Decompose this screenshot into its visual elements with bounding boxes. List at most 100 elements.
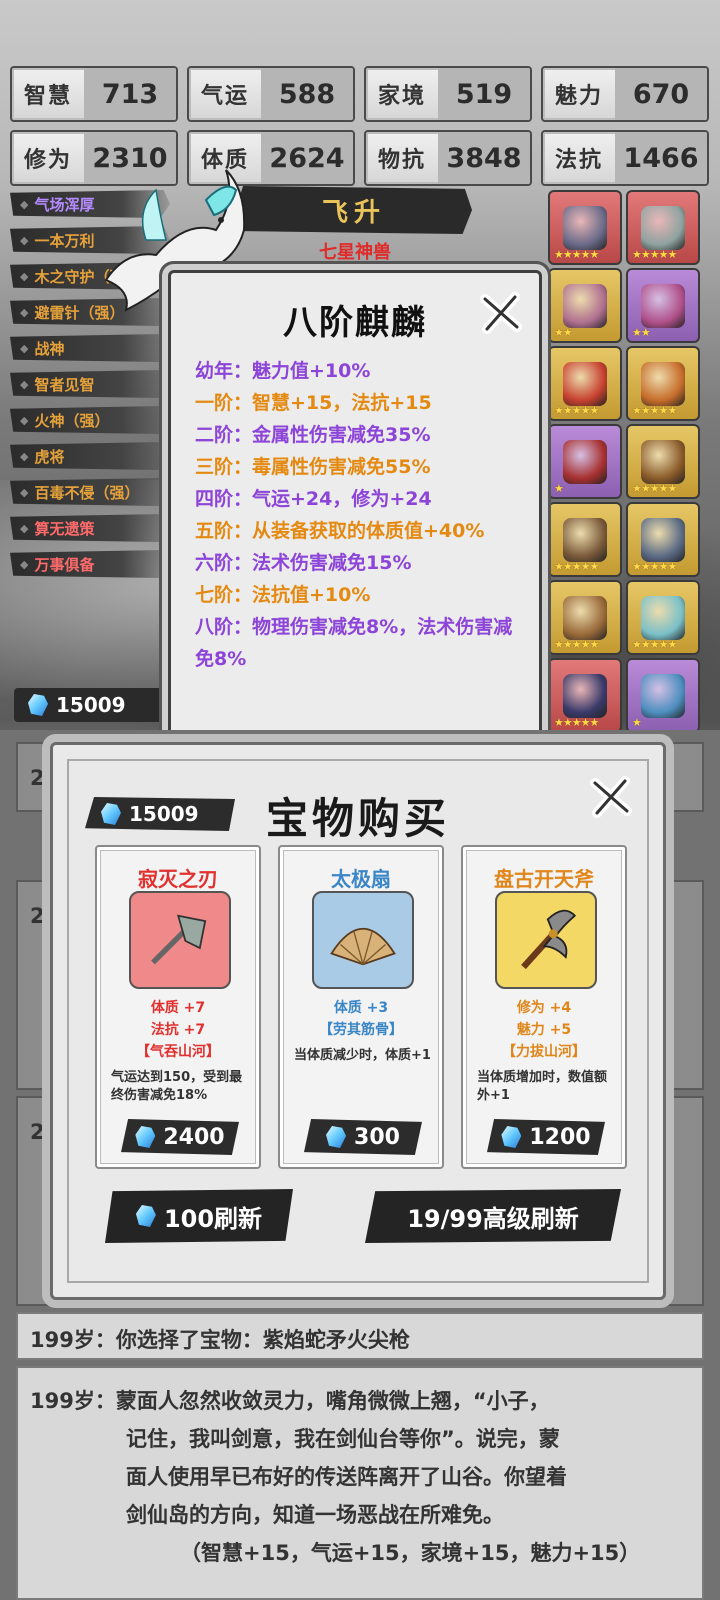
star-rating: ★★	[554, 326, 573, 339]
diamond-icon: ◆	[20, 233, 29, 247]
equipment-slot[interactable]: ★★	[548, 268, 622, 343]
star-rating: ★★★★★	[632, 638, 677, 651]
item-stats: 体质 +7 法抗 +7 【气吞山河】	[97, 997, 259, 1063]
equipment-slot[interactable]: ★★★★★	[548, 346, 622, 421]
item-description: 当体质减少时，体质+1	[294, 1048, 431, 1063]
equipment-slot[interactable]: ★★★★★	[626, 190, 700, 265]
mirror-icon	[563, 673, 607, 718]
qilin-stage-line: 一阶：智慧+15，法抗+15	[195, 392, 432, 414]
equipment-slot[interactable]: ★★★★★	[626, 580, 700, 655]
trait-item[interactable]: ◆ 百毒不侵（强）	[10, 478, 170, 506]
dagger-icon	[641, 517, 685, 562]
trait-item[interactable]: ◆ 火神（强）	[10, 406, 170, 434]
buy-button[interactable]: 300	[304, 1119, 422, 1155]
qilin-stage-line: 五阶：从装备获取的体质值+40%	[195, 520, 485, 542]
trait-label: 火神（强）	[34, 411, 110, 430]
equipment-slot[interactable]: ★★	[626, 268, 700, 343]
stat-value: 670	[615, 68, 707, 120]
advanced-refresh-button[interactable]: 19/99高级刷新	[365, 1189, 621, 1243]
item-stat: 修为 +4	[516, 1000, 572, 1016]
item-skill: 【力拔山河】	[502, 1044, 586, 1060]
axe-blade-icon	[151, 914, 207, 965]
stat-value: 713	[84, 68, 176, 120]
trait-label: 智者见智	[34, 375, 95, 394]
equipment-slot[interactable]: ★	[626, 658, 700, 733]
treasure-shop-modal: 宝物购买 15009 寂灭之刃 体质 +7 法抗 +7 【气吞山河】 气运达到150…	[50, 742, 666, 1300]
shop-item-card[interactable]: 寂灭之刃 体质 +7 法抗 +7 【气吞山河】 气运达到150，受到最终伤害减免18…	[95, 845, 261, 1169]
star-rating: ★★★★★	[632, 482, 677, 495]
buy-button[interactable]: 1200	[487, 1119, 605, 1155]
equipment-slot[interactable]: ★★★★★	[548, 580, 622, 655]
scroll-icon	[563, 283, 607, 328]
trait-item[interactable]: ◆ 战神	[10, 334, 170, 362]
gem-counter: 15009	[14, 688, 164, 722]
trait-label: 百毒不侵（强）	[34, 483, 140, 502]
equipment-slot[interactable]: ★★★★★	[548, 658, 622, 733]
star-rating: ★★★★★	[632, 248, 677, 261]
item-image	[312, 891, 414, 989]
cauldron-icon	[563, 517, 607, 562]
trait-label: 万事俱备	[34, 555, 95, 574]
log-line: 剑仙岛的方向，知道一场恶战在所难免。	[126, 1503, 504, 1527]
item-skill: 【气吞山河】	[136, 1044, 220, 1060]
gem-icon	[326, 1126, 347, 1148]
item-description: 当体质增加时，数值额外+1	[477, 1070, 608, 1103]
trait-item[interactable]: ◆ 万事俱备	[10, 550, 170, 578]
stat-value: 519	[438, 68, 530, 120]
star-rating: ★	[632, 716, 642, 729]
trait-label: 算无遗策	[34, 519, 95, 538]
buy-button[interactable]: 2400	[121, 1119, 239, 1155]
stat-value: 1466	[615, 132, 707, 184]
shop-item-card[interactable]: 盘古开天斧 修为 +4 魅力 +5 【力拔山河】 当体质增加时，数值额外+1 120…	[461, 845, 627, 1169]
log-gain: （智慧+15，气运+15，家境+15，魅力+15）	[180, 1541, 641, 1565]
gem-icon	[135, 1205, 156, 1227]
equipment-slot[interactable]: ★★★★★	[548, 502, 622, 577]
star-rating: ★★★★★	[632, 560, 677, 573]
diamond-icon: ◆	[20, 197, 29, 211]
stat-box: 气运 588	[187, 66, 355, 122]
stat-label: 智慧	[23, 84, 72, 109]
qilin-stage-line: 八阶：物理伤害减免8%，法术伤害减免8%	[195, 616, 513, 670]
equipment-slot[interactable]: ★	[548, 424, 622, 499]
trait-item[interactable]: ◆ 智者见智	[10, 370, 170, 398]
diamond-icon: ◆	[20, 521, 29, 535]
axe-icon	[641, 205, 685, 250]
qilin-popup: 八阶麒麟 幼年：魅力值+10% 一阶：智慧+15，法抗+15 二阶：金属性伤害减免3…	[168, 270, 542, 740]
fan-icon	[563, 595, 607, 640]
shop-gem-counter: 15009	[85, 797, 235, 831]
sword-icon	[563, 439, 607, 484]
equipment-slot[interactable]: ★★★★★	[626, 424, 700, 499]
ascend-banner[interactable]: 飞升	[236, 186, 472, 234]
item-name: 寂灭之刃	[138, 867, 218, 891]
item-price: 2400	[163, 1124, 225, 1150]
star-rating: ★★★★★	[554, 638, 599, 651]
diamond-icon: ◆	[20, 557, 29, 571]
equipment-slot[interactable]: ★★★★★	[626, 346, 700, 421]
trait-item[interactable]: ◆ 虎将	[10, 442, 170, 470]
stat-label: 家境	[377, 84, 426, 109]
stat-box: 智慧 713	[10, 66, 178, 122]
gem-icon	[501, 1126, 522, 1148]
log-entry-body: 199岁：蒙面人忽然收敛灵力，嘴角微微上翘，“小子， 记住，我叫剑意，我在剑仙台…	[30, 1382, 640, 1572]
equipment-slot[interactable]: ★★★★★	[626, 502, 700, 577]
qilin-stage-line: 三阶：毒属性伤害减免55%	[195, 456, 431, 478]
close-icon[interactable]	[477, 289, 525, 337]
stat-label: 法抗	[554, 148, 603, 173]
trait-item[interactable]: ◆ 算无遗策	[10, 514, 170, 542]
log-entry-text: 199岁：你选择了宝物：紫焰蛇矛火尖枪	[30, 1328, 410, 1352]
refresh-button[interactable]: 100刷新	[105, 1189, 293, 1243]
equipment-slot[interactable]: ★★★★★	[548, 190, 622, 265]
shop-item-card[interactable]: 太极扇 体质 +3 【劳其筋骨】 当体质减少时，体质+1 300	[278, 845, 444, 1169]
qilin-stage-list: 幼年：魅力值+10% 一阶：智慧+15，法抗+15 二阶：金属性伤害减免35% 三阶：…	[195, 355, 527, 675]
item-skill: 【劳其筋骨】	[319, 1022, 403, 1038]
close-icon[interactable]	[587, 773, 635, 821]
equipment-grid: ★★★★★ ★★★★★ ★★ ★★ ★★★★★ ★★★★★ ★ ★★★★★ ★★…	[548, 190, 708, 733]
trait-label: 战神	[34, 339, 65, 358]
item-stats: 修为 +4 魅力 +5 【力拔山河】	[463, 997, 625, 1063]
ascend-subtitle: 七星神兽	[319, 242, 391, 263]
diamond-icon: ◆	[20, 449, 29, 463]
stat-label: 魅力	[554, 84, 603, 109]
stat-label: 物抗	[377, 148, 426, 173]
item-image	[129, 891, 231, 989]
stat-label: 修为	[23, 148, 72, 173]
